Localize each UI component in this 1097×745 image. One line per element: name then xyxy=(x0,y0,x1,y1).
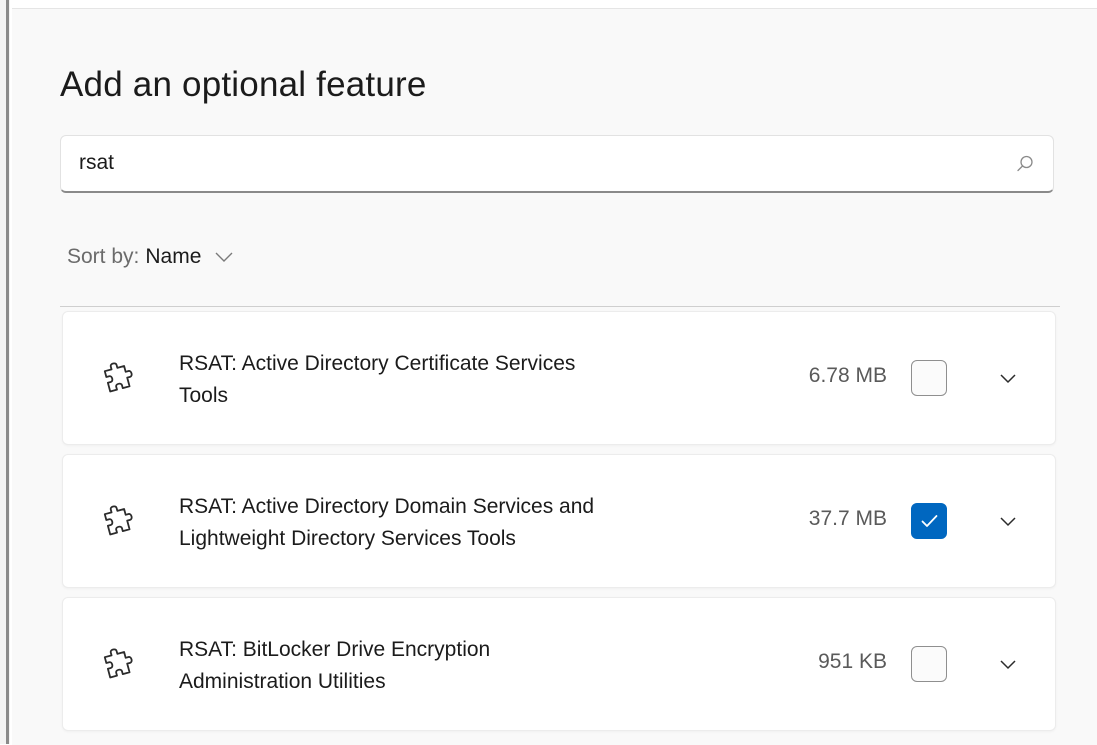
chevron-down-icon xyxy=(1000,660,1016,670)
feature-name-line2: Administration Utilities xyxy=(179,670,386,693)
dialog-title: Add an optional feature xyxy=(60,65,427,104)
puzzle-piece-icon xyxy=(103,648,133,679)
feature-name: RSAT: Active Directory Domain Services a… xyxy=(179,491,739,555)
puzzle-piece-icon xyxy=(103,362,133,393)
expand-button[interactable] xyxy=(993,366,1023,392)
feature-name-line2: Tools xyxy=(179,384,229,407)
background-window-edge xyxy=(0,0,10,744)
chevron-down-icon[interactable] xyxy=(215,251,233,263)
feature-list: RSAT: Active Directory Certificate Servi… xyxy=(62,311,1060,740)
divider xyxy=(60,306,1060,307)
feature-name-line1: RSAT: Active Directory Certificate Servi… xyxy=(179,352,576,375)
puzzle-piece-icon xyxy=(103,505,133,536)
feature-checkbox[interactable] xyxy=(911,646,947,682)
feature-name: RSAT: BitLocker Drive Encryption Adminis… xyxy=(179,634,739,698)
expand-button[interactable] xyxy=(993,509,1023,535)
feature-name-line2: Lightweight Directory Services Tools xyxy=(179,527,516,550)
feature-size: 37.7 MB xyxy=(808,507,887,530)
chevron-down-icon xyxy=(1000,517,1016,527)
feature-checkbox[interactable] xyxy=(911,360,947,396)
feature-size: 6.78 MB xyxy=(808,364,887,387)
checkmark-icon xyxy=(921,515,938,527)
feature-item[interactable]: RSAT: Active Directory Certificate Servi… xyxy=(62,311,1056,445)
sort-dropdown[interactable]: Sort by: Name xyxy=(67,245,233,269)
chevron-down-icon xyxy=(1000,374,1016,384)
sort-label: Sort by: xyxy=(67,245,140,268)
expand-button[interactable] xyxy=(993,652,1023,678)
feature-checkbox[interactable] xyxy=(911,503,947,539)
search-input[interactable] xyxy=(79,136,979,190)
feature-size: 951 KB xyxy=(818,650,887,673)
search-box[interactable] xyxy=(60,135,1054,193)
window-border xyxy=(6,0,9,744)
feature-name-line1: RSAT: Active Directory Domain Services a… xyxy=(179,495,595,518)
search-icon[interactable] xyxy=(1015,154,1035,174)
feature-item[interactable]: RSAT: BitLocker Drive Encryption Adminis… xyxy=(62,597,1056,731)
sort-value[interactable]: Name xyxy=(145,245,201,269)
feature-item[interactable]: RSAT: Active Directory Domain Services a… xyxy=(62,454,1056,588)
feature-name-line1: RSAT: BitLocker Drive Encryption xyxy=(179,638,491,661)
feature-name: RSAT: Active Directory Certificate Servi… xyxy=(179,348,739,412)
optional-feature-dialog: Add an optional feature Sort by: Name RS… xyxy=(12,8,1097,745)
